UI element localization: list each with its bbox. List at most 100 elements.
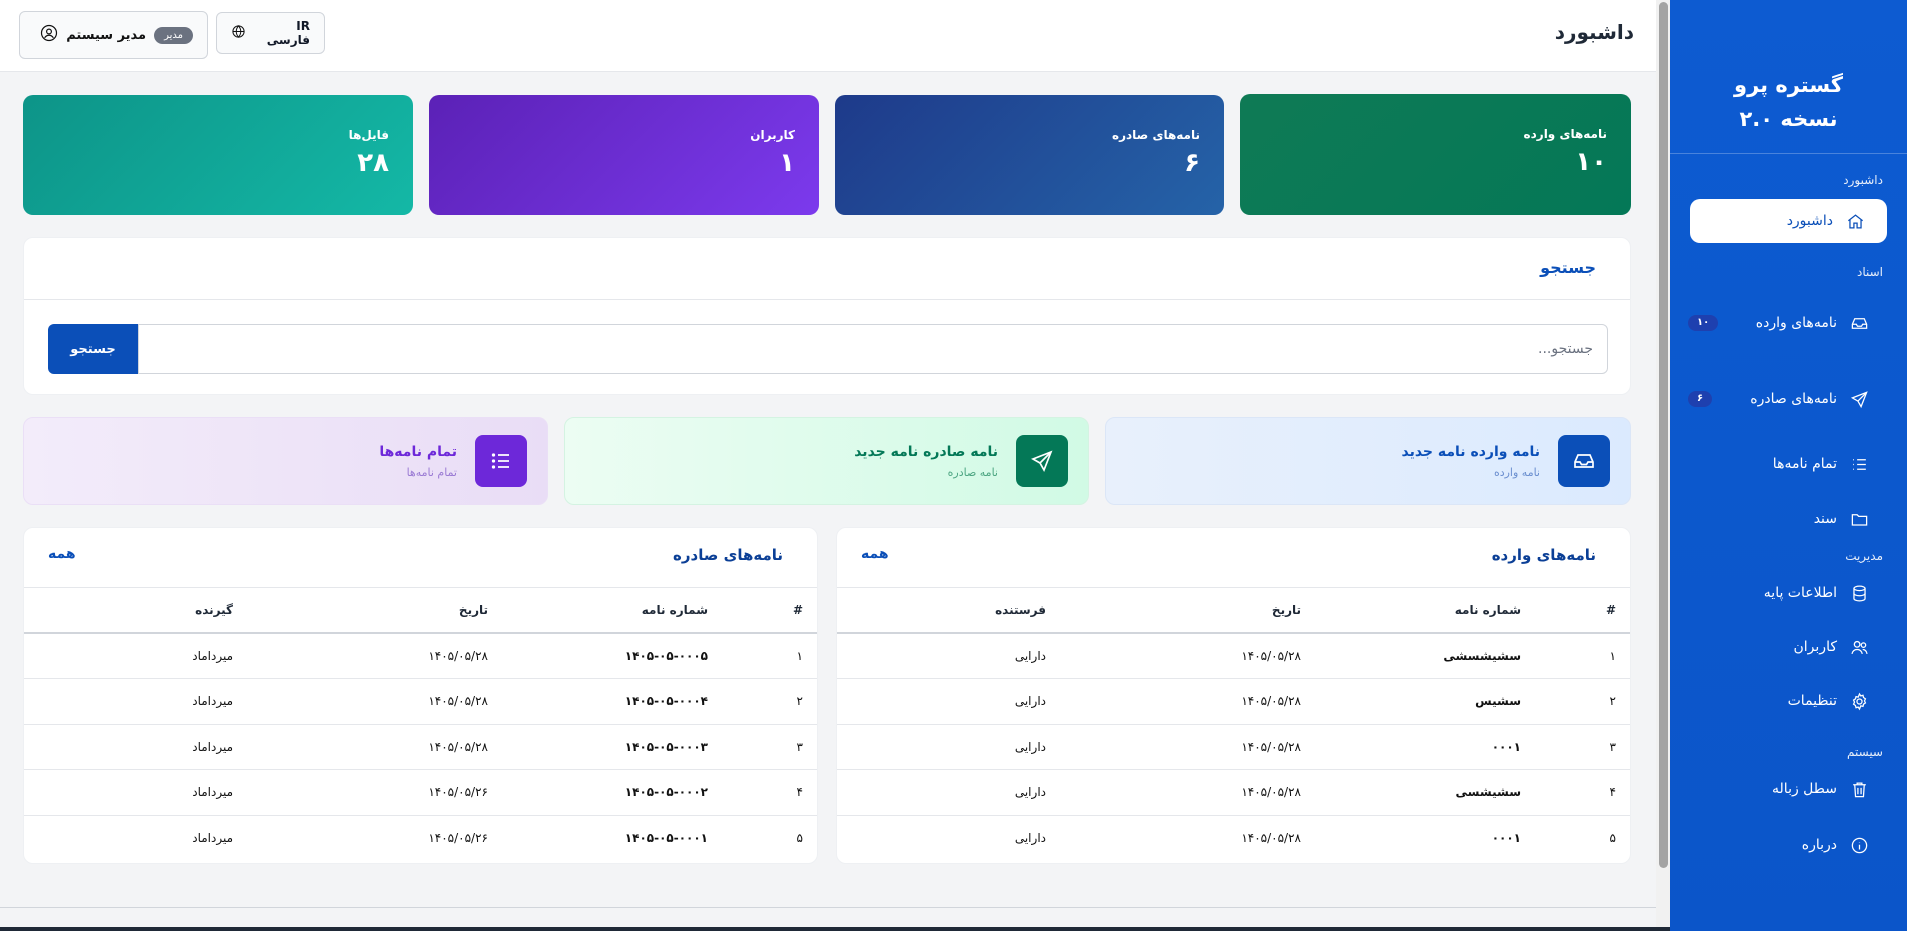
send-icon — [1016, 435, 1068, 487]
column-header: تاریخ — [1060, 588, 1315, 634]
table-row[interactable]: ۲ سشیس ۱۴۰۵/۰۵/۲۸ دارایی — [837, 678, 1630, 725]
row-index: ۱ — [1535, 633, 1630, 679]
letter-recipient: میرداماد — [24, 769, 247, 816]
table-row[interactable]: ۳ ۱۴۰۵-۰۵-۰۰۰۳ ۱۴۰۵/۰۵/۲۸ میرداماد — [24, 724, 817, 770]
view-all-link[interactable]: همه — [48, 546, 76, 562]
letter-number: ۱۴۰۵-۰۵-۰۰۰۲ — [502, 769, 722, 816]
letter-date: ۱۴۰۵/۰۵/۲۸ — [247, 678, 502, 725]
column-header: شماره نامه — [1315, 588, 1535, 634]
send-icon — [1849, 389, 1869, 409]
letter-recipient: میرداماد — [24, 724, 247, 770]
language-label: IR فارسی — [266, 19, 310, 47]
stat-card-outgoing: نامه‌های صادره ۶ — [835, 95, 1224, 215]
sidebar-item-settings[interactable]: تنظیمات — [1670, 679, 1891, 723]
sidebar-item-users[interactable]: کاربران — [1670, 625, 1891, 669]
taskbar-strip — [0, 927, 1670, 931]
table-header-row: # شماره نامه تاریخ فرستنده — [837, 588, 1630, 634]
letter-date: ۱۴۰۵/۰۵/۲۸ — [247, 633, 502, 679]
table-row[interactable]: ۱ ۱۴۰۵-۰۵-۰۰۰۵ ۱۴۰۵/۰۵/۲۸ میرداماد — [24, 633, 817, 679]
search-button[interactable]: جستجو — [48, 324, 138, 374]
letter-date: ۱۴۰۵/۰۵/۲۸ — [1060, 769, 1315, 816]
stat-label: نامه‌های وارده — [1523, 127, 1607, 141]
quick-action-subtitle: تمام نامه‌ها — [406, 465, 457, 479]
quick-action-title: نامه وارده نامه جدید — [1401, 443, 1541, 460]
sidebar-item-label: درباره — [1801, 837, 1837, 853]
search-input[interactable] — [138, 324, 1608, 374]
letter-date: ۱۴۰۵/۰۵/۲۸ — [1060, 633, 1315, 679]
folder-icon — [1849, 509, 1869, 529]
table-row[interactable]: ۴ سشیشسی ۱۴۰۵/۰۵/۲۸ دارایی — [837, 769, 1630, 816]
sidebar-item-trash[interactable]: سطل زباله — [1670, 767, 1891, 811]
sidebar-item-about[interactable]: درباره — [1670, 823, 1891, 867]
divider — [24, 299, 1630, 300]
footer-divider — [0, 907, 1656, 908]
letter-date: ۱۴۰۵/۰۵/۲۸ — [1060, 678, 1315, 725]
sidebar-item-document[interactable]: سند — [1670, 497, 1891, 541]
count-badge: ۶ — [1688, 391, 1713, 407]
inbox-icon — [1849, 313, 1869, 333]
info-icon — [1849, 835, 1869, 855]
sidebar-item-base-info[interactable]: اطلاعات پایه — [1670, 571, 1891, 615]
quick-action-new-outgoing[interactable]: نامه صادره نامه جدید نامه صادره — [564, 417, 1089, 505]
stat-label: کاربران — [750, 128, 795, 142]
sidebar: گستره پرو نسخه ۲.۰ داشبورد داشبورد اسناد… — [1670, 0, 1907, 931]
quick-action-all-letters[interactable]: تمام نامه‌ها تمام نامه‌ها — [23, 417, 548, 505]
sidebar-item-incoming[interactable]: نامه‌های وارده ۱۰ — [1670, 301, 1891, 345]
home-icon — [1845, 211, 1865, 231]
column-header: فرستنده — [837, 588, 1060, 634]
sidebar-item-outgoing[interactable]: نامه‌های صادره ۶ — [1670, 377, 1891, 421]
column-header: تاریخ — [247, 588, 502, 634]
section-heading-documents: اسناد — [1856, 265, 1883, 279]
letter-sender: دارایی — [1014, 831, 1046, 845]
brand: گستره پرو نسخه ۲.۰ — [1670, 0, 1907, 154]
letter-number: سشیشسی — [1315, 769, 1535, 816]
section-heading-dashboard: داشبورد — [1843, 173, 1883, 187]
scrollbar-thumb[interactable] — [1659, 2, 1668, 868]
user-menu-button[interactable]: مدیر مدیر سیستم — [19, 11, 208, 59]
search-title: جستجو — [1540, 258, 1596, 277]
stat-value: ۶ — [1184, 148, 1200, 178]
letter-recipient: میرداماد — [192, 831, 233, 845]
column-header: # — [722, 588, 817, 634]
incoming-letters-table: # شماره نامه تاریخ فرستنده ۱ سشیشسشی ۱۴۰۵/… — [837, 588, 1630, 861]
letter-number: ۰۰۰۱ — [1315, 724, 1535, 770]
letter-recipient: میرداماد — [24, 678, 247, 725]
sidebar-item-label: سند — [1813, 511, 1837, 527]
sidebar-item-dashboard[interactable]: داشبورد — [1690, 199, 1887, 243]
sidebar-item-label: نامه‌های وارده — [1755, 315, 1837, 331]
table-row[interactable]: ۳ ۰۰۰۱ ۱۴۰۵/۰۵/۲۸ دارایی — [837, 724, 1630, 770]
view-all-link[interactable]: همه — [861, 546, 889, 562]
page-title: داشبورد — [1554, 20, 1634, 44]
letter-date: ۱۴۰۵/۰۵/۲۶ — [247, 769, 502, 816]
letter-sender: دارایی — [837, 678, 1060, 725]
brand-name: گستره پرو — [1734, 73, 1843, 97]
inbox-icon — [1558, 435, 1610, 487]
letter-number: ۱۴۰۵-۰۵-۰۰۰۳ — [502, 724, 722, 770]
letter-number: ۱۴۰۵-۰۵-۰۰۰۴ — [502, 678, 722, 725]
table-row[interactable]: ۱ سشیشسشی ۱۴۰۵/۰۵/۲۸ دارایی — [837, 633, 1630, 679]
table-row[interactable]: ۵ ۰۰۰۱ ۱۴۰۵/۰۵/۲۸ دارایی — [837, 815, 1630, 861]
letter-date: ۱۴۰۵/۰۵/۲۸ — [1060, 724, 1315, 770]
row-index: ۵ — [796, 831, 803, 845]
brand-version: نسخه ۲.۰ — [1739, 107, 1838, 131]
trash-icon — [1849, 779, 1869, 799]
count-badge: ۱۰ — [1688, 315, 1719, 331]
row-index: ۴ — [722, 769, 817, 816]
row-index: ۴ — [1535, 769, 1630, 816]
letter-date: ۱۴۰۵/۰۵/۲۸ — [1241, 831, 1301, 845]
sidebar-item-label: سطل زباله — [1772, 781, 1837, 797]
user-name: مدیر سیستم — [66, 27, 147, 43]
quick-action-new-incoming[interactable]: نامه وارده نامه جدید نامه وارده — [1105, 417, 1631, 505]
language-switcher[interactable]: IR فارسی — [216, 12, 325, 54]
table-row[interactable]: ۴ ۱۴۰۵-۰۵-۰۰۰۲ ۱۴۰۵/۰۵/۲۶ میرداماد — [24, 769, 817, 816]
sidebar-item-all-letters[interactable]: تمام نامه‌ها — [1670, 442, 1891, 486]
quick-action-title: تمام نامه‌ها — [379, 443, 457, 460]
table-row[interactable]: ۵ ۱۴۰۵-۰۵-۰۰۰۱ ۱۴۰۵/۰۵/۲۶ میرداماد — [24, 815, 817, 861]
letter-number: ۰۰۰۱ — [1491, 831, 1521, 845]
letter-sender: دارایی — [837, 633, 1060, 679]
letter-recipient: میرداماد — [24, 633, 247, 679]
quick-action-title: نامه صادره نامه جدید — [854, 443, 998, 460]
table-row[interactable]: ۲ ۱۴۰۵-۰۵-۰۰۰۴ ۱۴۰۵/۰۵/۲۸ میرداماد — [24, 678, 817, 725]
stat-label: نامه‌های صادره — [1112, 128, 1200, 142]
letter-number: سشیشسشی — [1315, 633, 1535, 679]
